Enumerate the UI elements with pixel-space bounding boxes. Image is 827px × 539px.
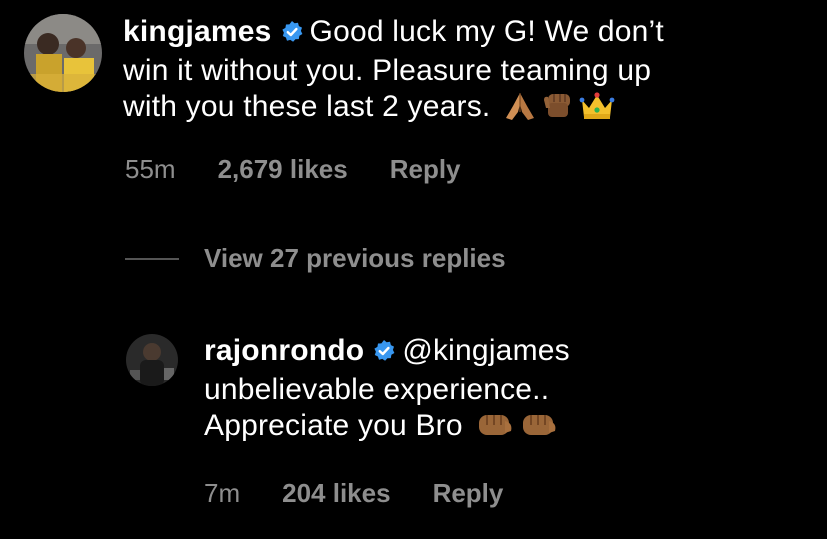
comment-content: rajonrondo @kingjames unbelievable experi… bbox=[204, 333, 570, 450]
comment-line-3: with you these last 2 years. bbox=[123, 90, 491, 123]
comment-meta-rajonrondo: 7m 204 likes Reply bbox=[204, 478, 503, 509]
view-replies-label[interactable]: View 27 previous replies bbox=[204, 243, 506, 274]
raised-fist-icon bbox=[541, 90, 575, 131]
username-rajonrondo[interactable]: rajonrondo bbox=[204, 334, 364, 367]
comment-text: rajonrondo @kingjames bbox=[204, 333, 570, 372]
username-kingjames[interactable]: kingjames bbox=[123, 15, 272, 48]
comment-line-1: Good luck my G! We don’t bbox=[309, 15, 664, 48]
comment-line-3: Appreciate you Bro bbox=[204, 409, 463, 442]
comment-kingjames: kingjames Good luck my G! We don’t win it… bbox=[24, 14, 664, 131]
comment-line-2: unbelievable experience.. bbox=[204, 373, 550, 406]
view-previous-replies[interactable]: View 27 previous replies bbox=[125, 243, 506, 274]
oncoming-fist-icon bbox=[519, 409, 559, 450]
likes-count[interactable]: 204 likes bbox=[282, 478, 390, 509]
reply-button[interactable]: Reply bbox=[433, 478, 504, 509]
verified-badge-icon bbox=[372, 336, 396, 372]
folded-hands-icon bbox=[503, 90, 537, 131]
crown-icon bbox=[579, 90, 615, 131]
oncoming-fist-icon bbox=[475, 409, 515, 450]
mention-link[interactable]: @kingjames bbox=[402, 334, 570, 367]
comment-line-3-container: with you these last 2 years. bbox=[123, 89, 664, 131]
avatar-rajonrondo[interactable] bbox=[126, 334, 178, 386]
verified-badge-icon bbox=[280, 17, 304, 53]
comment-content: kingjames Good luck my G! We don’t win it… bbox=[123, 14, 664, 131]
comment-line-3-container: Appreciate you Bro bbox=[204, 408, 570, 450]
timestamp: 55m bbox=[125, 154, 176, 184]
likes-count[interactable]: 2,679 likes bbox=[218, 154, 348, 185]
comment-rajonrondo: rajonrondo @kingjames unbelievable experi… bbox=[126, 334, 570, 450]
avatar-kingjames[interactable] bbox=[24, 14, 102, 92]
timestamp: 7m bbox=[204, 478, 241, 508]
comment-meta-kingjames: 55m 2,679 likes Reply bbox=[125, 154, 461, 185]
comment-line-2: win it without you. Pleasure teaming up bbox=[123, 54, 652, 87]
reply-button[interactable]: Reply bbox=[390, 154, 461, 185]
replies-divider bbox=[125, 257, 179, 260]
comment-text: kingjames Good luck my G! We don’t bbox=[123, 14, 664, 53]
